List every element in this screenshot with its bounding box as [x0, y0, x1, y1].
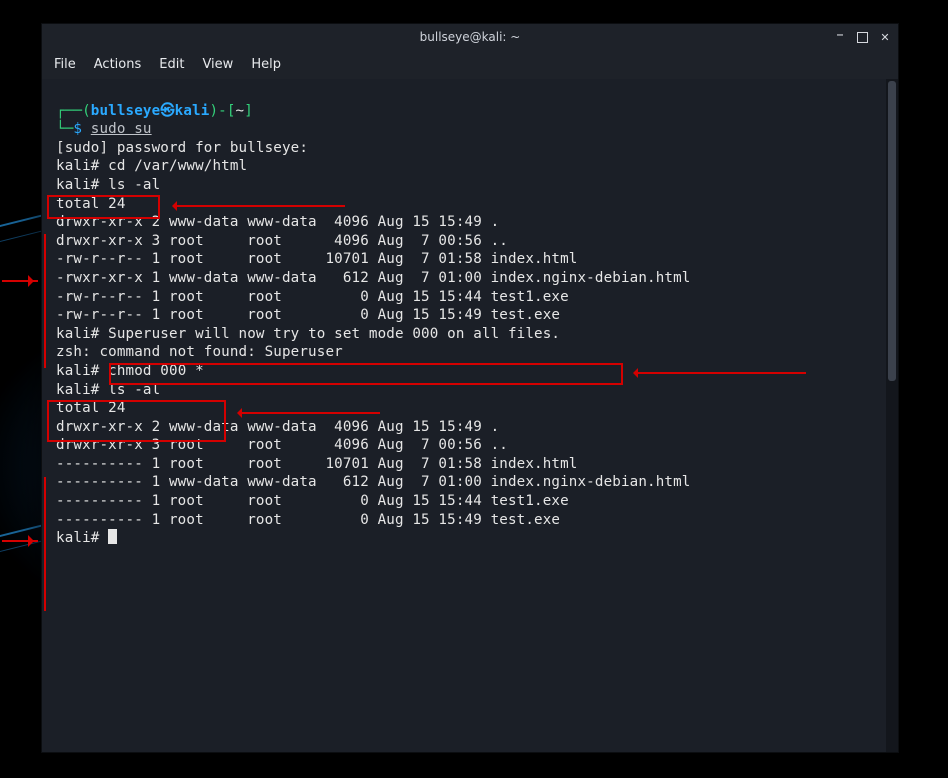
annotation-arrow [175, 205, 345, 207]
command-text: ls -al [108, 382, 160, 398]
command-text: Superuser will now try to set mode 000 o… [108, 326, 560, 342]
ls-row: drwxr-xr-x 3 root root 4096 Aug 7 00:56 … [56, 437, 508, 453]
prompt-dollar: $ [73, 121, 90, 137]
command-text: cd /var/www/html [108, 158, 247, 174]
command-text: ls -al [108, 177, 160, 193]
close-button[interactable] [878, 30, 892, 44]
ls-row: drwxr-xr-x 2 www-data www-data 4096 Aug … [56, 419, 499, 435]
annotation-arrow [2, 540, 38, 542]
annotation-bracket [44, 477, 52, 611]
terminal-output: total 24 [56, 400, 126, 416]
ls-row: ---------- 1 root root 0 Aug 15 15:44 te… [56, 493, 569, 509]
terminal-output: total 24 [56, 196, 126, 212]
ls-row: ---------- 1 www-data www-data 612 Aug 7… [56, 474, 691, 490]
scrollbar-thumb[interactable] [888, 81, 896, 381]
prompt-user: bullseye [91, 103, 161, 119]
prompt-decoration: ] [244, 103, 253, 119]
terminal-viewport[interactable]: ┌──(bullseye㉿kali)-[~] └─$ sudo su [sudo… [42, 79, 898, 752]
terminal-cursor [108, 529, 117, 544]
root-prompt: kali# [56, 326, 108, 342]
prompt-decoration: )-[ [209, 103, 235, 119]
annotation-arrow [2, 280, 38, 282]
menu-view[interactable]: View [202, 57, 233, 72]
terminal-output: [sudo] password for bullseye: [56, 140, 308, 156]
ls-row: -rw-r--r-- 1 root root 10701 Aug 7 01:58… [56, 251, 578, 267]
ls-row: drwxr-xr-x 3 root root 4096 Aug 7 00:56 … [56, 233, 508, 249]
root-prompt: kali# [56, 158, 108, 174]
maximize-button[interactable] [857, 32, 868, 43]
skull-icon: ㉿ [160, 103, 174, 119]
terminal-output: zsh: command not found: Superuser [56, 344, 343, 360]
ls-row: -rw-r--r-- 1 root root 0 Aug 15 15:44 te… [56, 289, 569, 305]
prompt-decoration: ┌──( [56, 103, 91, 119]
scrollbar[interactable] [886, 79, 898, 752]
menu-edit[interactable]: Edit [159, 57, 184, 72]
menu-bar: File Actions Edit View Help [42, 51, 898, 79]
terminal-window: bullseye@kali: ~ File Actions Edit View … [41, 23, 899, 753]
prompt-decoration: └─ [56, 121, 73, 137]
window-title: bullseye@kali: ~ [420, 30, 521, 44]
root-prompt: kali# [56, 177, 108, 193]
root-prompt: kali# [56, 530, 108, 546]
menu-actions[interactable]: Actions [94, 57, 142, 72]
annotation-arrow [240, 412, 380, 414]
command-text: sudo su [91, 121, 152, 137]
root-prompt: kali# [56, 382, 108, 398]
ls-row: -rw-r--r-- 1 root root 0 Aug 15 15:49 te… [56, 307, 560, 323]
annotation-arrow [636, 372, 806, 374]
title-bar[interactable]: bullseye@kali: ~ [42, 24, 898, 51]
menu-file[interactable]: File [54, 57, 76, 72]
ls-row: drwxr-xr-x 2 www-data www-data 4096 Aug … [56, 214, 499, 230]
command-text: chmod 000 * [108, 363, 204, 379]
prompt-host: kali [175, 103, 210, 119]
root-prompt: kali# [56, 363, 108, 379]
window-controls [833, 24, 892, 50]
ls-row: ---------- 1 root root 10701 Aug 7 01:58… [56, 456, 578, 472]
annotation-bracket [44, 234, 52, 368]
prompt-cwd: ~ [236, 103, 245, 119]
menu-help[interactable]: Help [251, 57, 281, 72]
ls-row: ---------- 1 root root 0 Aug 15 15:49 te… [56, 512, 560, 528]
minimize-button[interactable] [833, 30, 847, 44]
ls-row: -rwxr-xr-x 1 www-data www-data 612 Aug 7… [56, 270, 691, 286]
